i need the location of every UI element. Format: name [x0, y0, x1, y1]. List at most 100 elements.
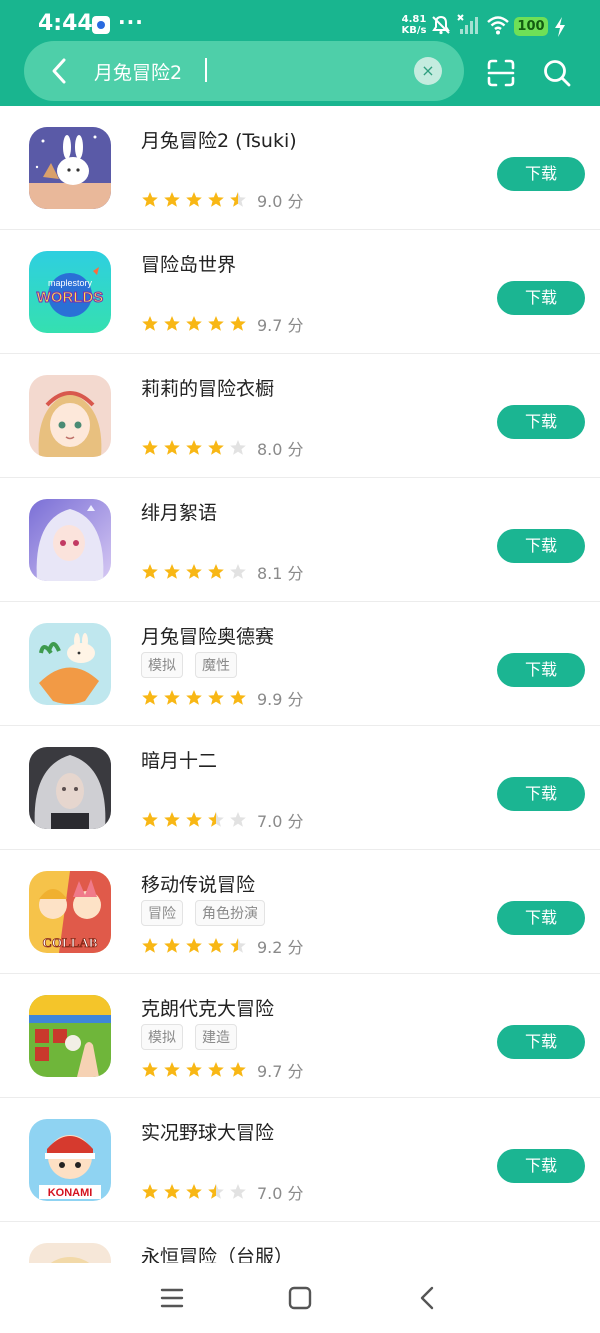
star-icon [208, 440, 224, 455]
search-input[interactable]: 月兔冒险2 [94, 58, 182, 85]
star-rating [141, 689, 247, 707]
star-icon [142, 192, 158, 207]
app-icon[interactable] [29, 623, 111, 705]
app-list-item[interactable]: 永恒冒险（台服） [0, 1222, 600, 1263]
download-button[interactable]: 下载 [497, 1025, 585, 1059]
star-icon [164, 1062, 180, 1077]
app-title[interactable]: 月兔冒险2 (Tsuki) [141, 126, 297, 153]
star-icon [230, 440, 246, 455]
download-button[interactable]: 下载 [497, 281, 585, 315]
tag[interactable]: 模拟 [141, 652, 183, 678]
star-icon [164, 1184, 180, 1199]
star-icon [142, 938, 158, 953]
tag-list: 模拟 魔性 [141, 652, 237, 678]
star-icon [186, 564, 202, 579]
app-title[interactable]: 绯月絮语 [141, 498, 217, 525]
tag[interactable]: 魔性 [195, 652, 237, 678]
klondike-farm-icon [29, 995, 111, 1077]
download-button[interactable]: 下载 [497, 653, 585, 687]
star-icon [208, 192, 224, 207]
star-icon [186, 192, 202, 207]
app-title[interactable]: 克朗代克大冒险 [141, 994, 274, 1021]
star-rating [141, 191, 247, 209]
status-bar: 4:44 ··· 4.81 KB/s 100 [0, 0, 600, 40]
search-icon[interactable] [542, 58, 572, 88]
back-arrow-icon[interactable] [44, 55, 76, 87]
eternal-adventure-icon [29, 1243, 111, 1263]
star-rating [141, 1061, 247, 1079]
tag[interactable]: 模拟 [141, 1024, 183, 1050]
app-title[interactable]: 移动传说冒险 [141, 870, 255, 897]
star-icon [186, 812, 202, 827]
app-list-item[interactable]: 月兔冒险2 (Tsuki) 9.0 分 下载 [0, 106, 600, 230]
wifi-icon [487, 16, 509, 35]
app-icon[interactable] [29, 499, 111, 581]
app-icon[interactable] [29, 127, 111, 209]
star-icon [142, 1062, 158, 1077]
rating: 9.2 分 [141, 934, 304, 958]
tag[interactable]: 角色扮演 [195, 900, 265, 926]
star-icon [230, 690, 246, 705]
score-text: 9.2 分 [257, 938, 304, 957]
app-list-item[interactable]: 莉莉的冒险衣橱 8.0 分 下载 [0, 354, 600, 478]
download-button[interactable]: 下载 [497, 157, 585, 191]
app-icon[interactable] [29, 375, 111, 457]
app-title[interactable]: 莉莉的冒险衣橱 [141, 374, 274, 401]
maplestory-wordmark: maplestory [48, 278, 93, 288]
app-title[interactable]: 暗月十二 [141, 746, 217, 773]
search-results-list[interactable]: 月兔冒险2 (Tsuki) 9.0 分 下载 maplestory WORLDS… [0, 106, 600, 1263]
scan-icon[interactable] [486, 58, 516, 88]
app-icon[interactable]: maplestory WORLDS [29, 251, 111, 333]
app-icon[interactable]: KONAMI [29, 1119, 111, 1201]
download-button[interactable]: 下载 [497, 1149, 585, 1183]
star-icon [230, 316, 246, 331]
search-bar[interactable]: 月兔冒险2 × [24, 41, 464, 101]
konami-baseball-icon: KONAMI [29, 1119, 111, 1201]
charging-bolt-icon [555, 17, 565, 37]
rating: 8.1 分 [141, 560, 304, 584]
menu-icon[interactable] [157, 1283, 187, 1313]
download-button[interactable]: 下载 [497, 405, 585, 439]
app-list-item[interactable]: 绯月絮语 8.1 分 下载 [0, 478, 600, 602]
app-icon[interactable] [29, 1243, 111, 1263]
system-nav-bar [0, 1263, 600, 1333]
worlds-wordmark: WORLDS [37, 289, 104, 306]
rating: 7.0 分 [141, 808, 304, 832]
app-list-item[interactable]: KONAMI 实况野球大冒险 7.0 分 下载 [0, 1098, 600, 1222]
network-speed: 4.81 KB/s [400, 14, 428, 36]
text-cursor [205, 58, 207, 82]
app-list-item[interactable]: COLLAB 移动传说冒险 冒险 角色扮演 9.2 分 下载 [0, 850, 600, 974]
score-text: 8.1 分 [257, 564, 304, 583]
app-list-item[interactable]: maplestory WORLDS 冒险岛世界 9.7 分 下载 [0, 230, 600, 354]
download-button[interactable]: 下载 [497, 901, 585, 935]
app-title[interactable]: 实况野球大冒险 [141, 1118, 274, 1145]
back-chevron-icon[interactable] [413, 1283, 443, 1313]
tag[interactable]: 建造 [195, 1024, 237, 1050]
app-list-item[interactable]: 克朗代克大冒险 模拟 建造 9.7 分 下载 [0, 974, 600, 1098]
app-icon[interactable] [29, 747, 111, 829]
tag[interactable]: 冒险 [141, 900, 183, 926]
clear-search-button[interactable]: × [414, 57, 442, 85]
score-text: 9.7 分 [257, 316, 304, 335]
star-icon [186, 316, 202, 331]
home-square-icon[interactable] [285, 1283, 315, 1313]
star-rating [141, 563, 247, 581]
app-list-item[interactable]: 月兔冒险奥德赛 模拟 魔性 9.9 分 下载 [0, 602, 600, 726]
star-icon [208, 812, 224, 827]
tag-list: 模拟 建造 [141, 1024, 237, 1050]
app-title[interactable]: 月兔冒险奥德赛 [141, 622, 274, 649]
app-title[interactable]: 永恒冒险（台服） [141, 1242, 293, 1263]
download-button[interactable]: 下载 [497, 777, 585, 811]
app-icon[interactable] [29, 995, 111, 1077]
download-button[interactable]: 下载 [497, 529, 585, 563]
star-rating [141, 1183, 247, 1201]
tsuki-rabbit-icon [29, 127, 111, 209]
app-title[interactable]: 冒险岛世界 [141, 250, 236, 277]
rating: 9.0 分 [141, 188, 304, 212]
app-list-item[interactable]: 暗月十二 7.0 分 下载 [0, 726, 600, 850]
star-rating [141, 439, 247, 457]
app-icon[interactable]: COLLAB [29, 871, 111, 953]
baidu-notification-icon [92, 16, 110, 34]
star-icon [142, 690, 158, 705]
score-text: 7.0 分 [257, 1184, 304, 1203]
